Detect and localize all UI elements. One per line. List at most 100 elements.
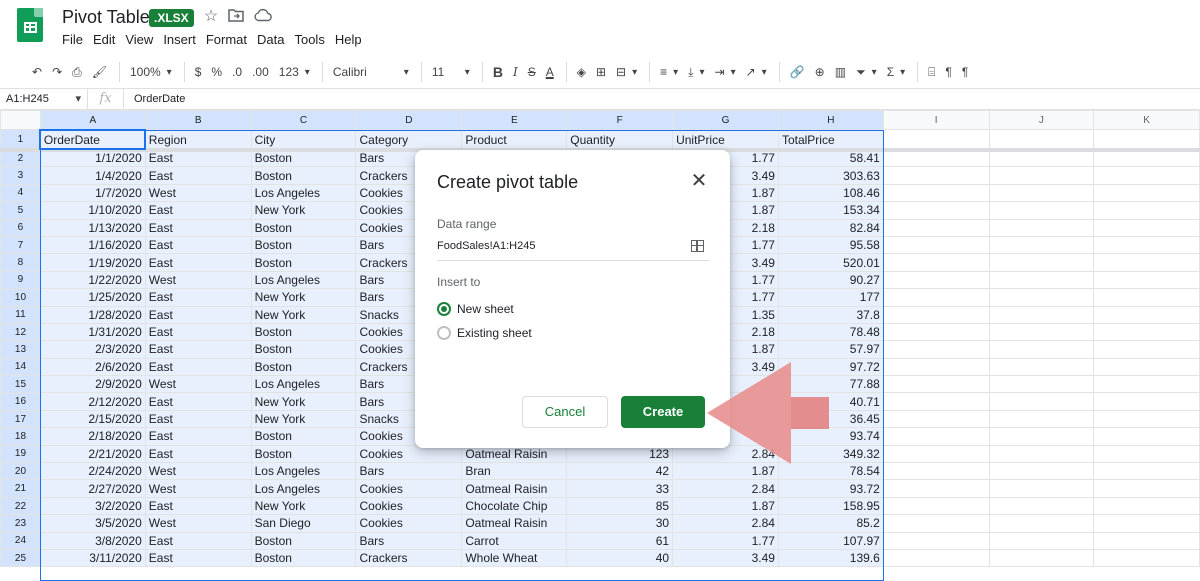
cell[interactable]: Cookies — [355, 514, 463, 533]
row-header[interactable]: 1 — [0, 129, 41, 150]
insert-link-icon[interactable]: 🔗 — [786, 60, 809, 84]
cell[interactable] — [1093, 462, 1200, 481]
cell[interactable]: 1/7/2020 — [39, 183, 146, 203]
cell[interactable]: East — [144, 496, 252, 516]
row-header[interactable]: 5 — [0, 201, 41, 220]
cell[interactable]: Quantity — [566, 129, 674, 150]
cell[interactable]: West — [144, 462, 252, 481]
cell[interactable] — [1093, 479, 1200, 498]
cell[interactable]: 82.84 — [777, 218, 884, 237]
cell[interactable]: 97.72 — [777, 357, 884, 377]
increase-decimal-button[interactable]: .00 — [248, 60, 273, 84]
cell[interactable]: 2/12/2020 — [39, 392, 146, 411]
cell[interactable] — [882, 183, 990, 203]
cell[interactable]: 1/16/2020 — [39, 235, 146, 255]
cell[interactable]: 85 — [566, 496, 674, 516]
cell[interactable] — [988, 496, 1095, 516]
cell[interactable]: New York — [250, 305, 357, 324]
cell[interactable]: 2/15/2020 — [39, 409, 146, 429]
cell[interactable] — [988, 148, 1095, 168]
strikethrough-button[interactable]: S — [524, 60, 540, 84]
cell[interactable]: Los Angeles — [250, 183, 357, 203]
redo-icon[interactable]: ↷ — [48, 60, 66, 84]
italic-button[interactable]: I — [509, 60, 522, 84]
row-header[interactable]: 13 — [0, 340, 41, 359]
cell[interactable]: 177 — [777, 288, 884, 307]
cell[interactable]: 90.27 — [777, 270, 884, 290]
cell[interactable]: 1/19/2020 — [39, 253, 146, 272]
print-icon[interactable]: ⎙ — [68, 60, 86, 84]
cell[interactable]: East — [144, 531, 252, 550]
cell[interactable] — [882, 129, 990, 150]
cell[interactable] — [1093, 270, 1200, 290]
more-formats-select[interactable]: 123 — [275, 60, 314, 84]
row-header[interactable]: 11 — [0, 305, 41, 324]
menu-help[interactable]: Help — [335, 32, 362, 47]
cell[interactable] — [882, 548, 990, 568]
row-header[interactable]: 18 — [0, 427, 41, 446]
cell[interactable]: Boston — [250, 427, 357, 446]
cell[interactable]: 85.2 — [777, 514, 884, 533]
percent-format-button[interactable]: % — [207, 60, 226, 84]
cell[interactable]: Los Angeles — [250, 462, 357, 481]
cell[interactable] — [988, 427, 1095, 446]
cell[interactable]: West — [144, 183, 252, 203]
column-header-d[interactable]: D — [355, 110, 463, 130]
cell[interactable]: 3/5/2020 — [39, 514, 146, 533]
create-button[interactable]: Create — [621, 396, 705, 428]
text-wrap-icon[interactable]: ⇥ — [711, 60, 740, 84]
cell[interactable] — [882, 514, 990, 533]
cell[interactable] — [988, 548, 1095, 568]
cell[interactable]: East — [144, 444, 252, 464]
cell[interactable]: Boston — [250, 166, 357, 185]
cell[interactable] — [882, 270, 990, 290]
cell[interactable] — [988, 409, 1095, 429]
row-header[interactable]: 7 — [0, 235, 41, 255]
row-header[interactable]: 12 — [0, 322, 41, 342]
cell[interactable] — [882, 375, 990, 394]
cell[interactable] — [1093, 235, 1200, 255]
cell[interactable]: Cookies — [355, 479, 463, 498]
cell[interactable]: East — [144, 322, 252, 342]
cell[interactable]: 33 — [566, 479, 674, 498]
cell[interactable]: 93.74 — [777, 427, 884, 446]
merge-cells-icon[interactable]: ⊟ — [612, 60, 641, 84]
cell[interactable]: Boston — [250, 444, 357, 464]
filter-icon[interactable]: ⏷ — [852, 60, 881, 84]
cell[interactable]: East — [144, 392, 252, 411]
cell[interactable]: 1.87 — [672, 462, 779, 481]
insert-comment-icon[interactable]: ⊕ — [811, 60, 829, 84]
fill-color-icon[interactable]: ◈ — [573, 60, 590, 84]
name-box[interactable]: A1:H245 — [0, 89, 88, 109]
column-header-e[interactable]: E — [461, 110, 568, 130]
cell[interactable] — [988, 201, 1095, 220]
cell[interactable]: 78.48 — [777, 322, 884, 342]
cell[interactable] — [988, 392, 1095, 411]
cell[interactable]: 61 — [566, 531, 674, 550]
cell[interactable]: 42 — [566, 462, 674, 481]
cell[interactable] — [882, 340, 990, 359]
menu-insert[interactable]: Insert — [163, 32, 196, 47]
cell[interactable] — [1093, 514, 1200, 533]
cell[interactable]: Los Angeles — [250, 479, 357, 498]
cell[interactable]: East — [144, 253, 252, 272]
column-header-i[interactable]: I — [882, 110, 990, 130]
cell[interactable]: 40 — [566, 548, 674, 568]
row-header[interactable]: 22 — [0, 496, 41, 516]
cell[interactable]: Bars — [355, 462, 463, 481]
cell[interactable]: Boston — [250, 253, 357, 272]
cell[interactable]: 37.8 — [777, 305, 884, 324]
cell[interactable]: 349.32 — [777, 444, 884, 464]
cell[interactable]: Boston — [250, 340, 357, 359]
cell[interactable]: 93.72 — [777, 479, 884, 498]
cell[interactable] — [988, 288, 1095, 307]
currency-format-button[interactable]: $ — [191, 60, 206, 84]
close-icon[interactable]: ✕ — [690, 171, 708, 191]
borders-icon[interactable]: ⊞ — [592, 60, 610, 84]
cell[interactable]: 78.54 — [777, 462, 884, 481]
cell[interactable] — [988, 129, 1095, 150]
cell[interactable] — [1093, 253, 1200, 272]
cell[interactable]: 520.01 — [777, 253, 884, 272]
cell[interactable]: City — [250, 129, 357, 150]
cell[interactable] — [1093, 531, 1200, 550]
